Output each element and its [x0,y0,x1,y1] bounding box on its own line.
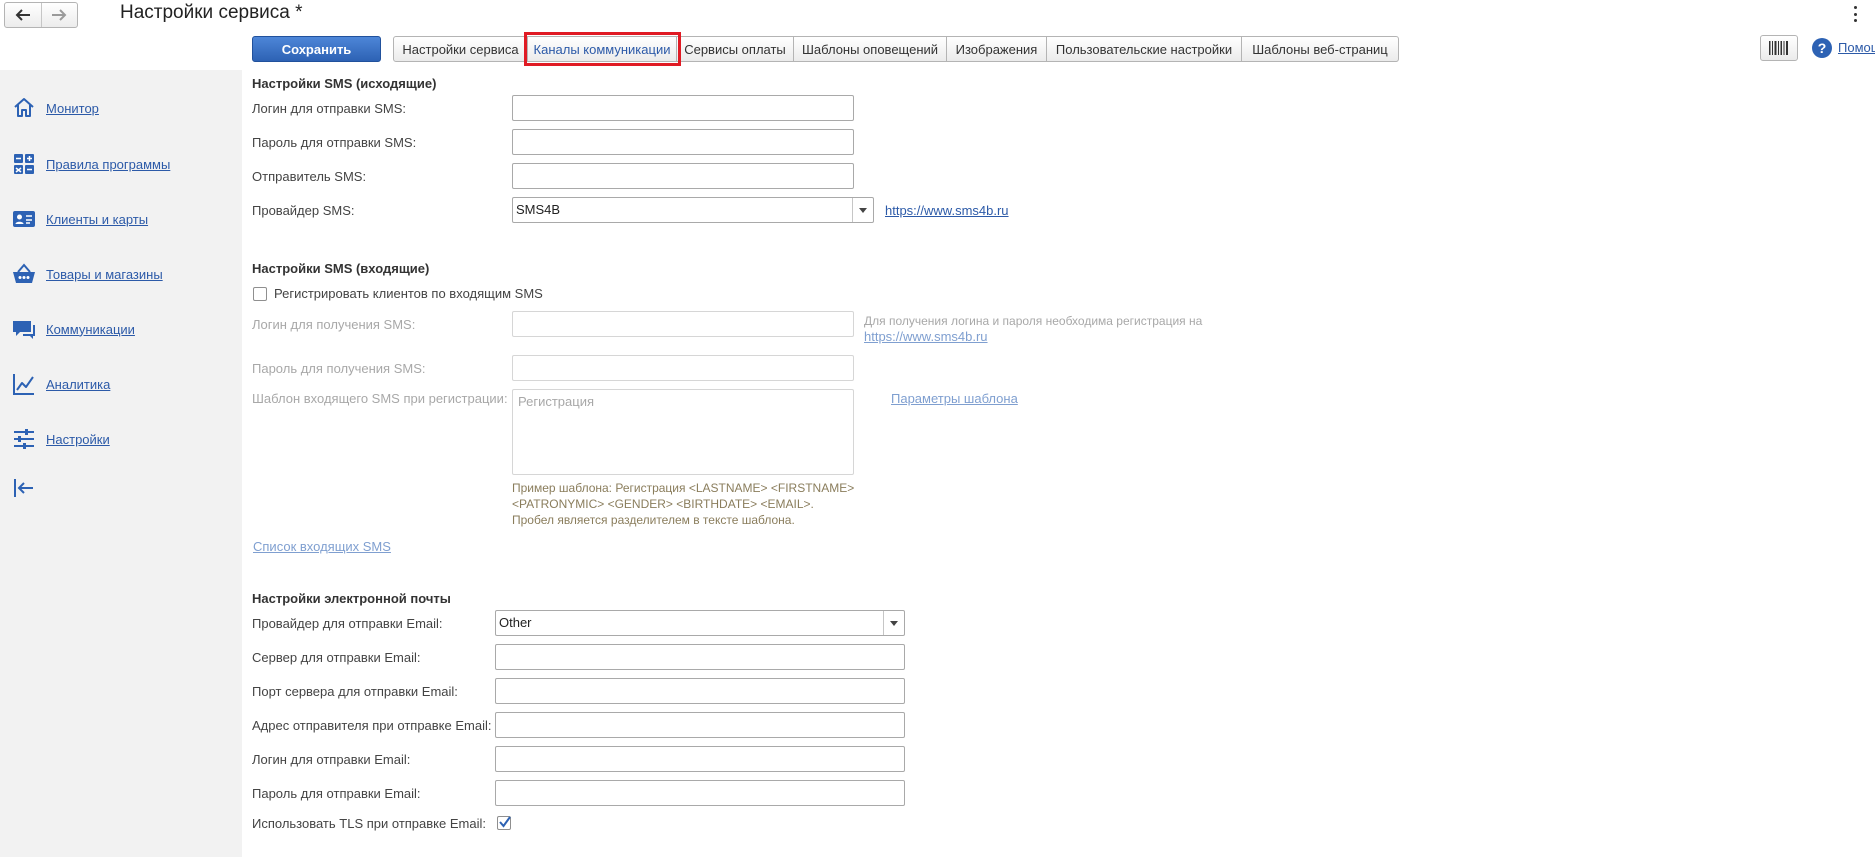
register-by-sms-label: Регистрировать клиентов по входящим SMS [274,286,543,301]
sms-in-login-label: Логин для получения SMS: [252,317,416,332]
sms-provider-value: SMS4B [516,202,561,217]
chevron-down-icon[interactable] [852,198,873,222]
checkmark-icon [499,816,511,828]
sms-sender-input[interactable] [512,163,854,189]
sidebar-item-goods-stores[interactable]: Товары и магазины [12,262,163,286]
sidebar-item-label: Аналитика [46,376,111,392]
chart-icon [13,374,34,395]
sms-out-heading: Настройки SMS (исходящие) [252,76,437,91]
chat-icon [13,321,35,339]
sidebar-item-label: Правила программы [46,156,171,172]
sidebar-item-analytics[interactable]: Аналитика [12,372,110,396]
template-hint-line-3: Пробел является разделителем в тексте ша… [512,513,795,527]
email-tls-checkbox[interactable] [497,816,511,830]
tab-user-settings[interactable]: Пользовательские настройки [1047,36,1242,62]
grid-icon [14,154,34,174]
tab-notification-templates[interactable]: Шаблоны оповещений [794,36,947,62]
email-password-input[interactable] [495,780,905,806]
tab-web-page-templates[interactable]: Шаблоны веб-страниц [1242,36,1399,62]
sms-password-input[interactable] [512,129,854,155]
sms-in-login-input[interactable] [512,311,854,337]
chevron-down-icon[interactable] [883,611,904,635]
barcode-button[interactable] [1760,35,1798,61]
sms-login-input[interactable] [512,95,854,121]
sidebar-collapse-button[interactable] [12,476,36,500]
email-port-label: Порт сервера для отправки Email: [252,684,458,699]
arrow-left-icon [15,9,30,21]
email-provider-value: Other [499,615,532,630]
barcode-icon [1769,41,1788,55]
template-params-link[interactable]: Параметры шаблона [891,391,1018,406]
email-provider-select[interactable]: Other [495,610,905,636]
registration-note: Для получения логина и пароля необходима… [864,313,1284,345]
sms-login-label: Логин для отправки SMS: [252,101,407,116]
email-sender-label: Адрес отправителя при отправке Email: [252,718,492,733]
email-login-label: Логин для отправки Email: [252,752,411,767]
back-button[interactable] [5,3,41,27]
sidebar-item-monitor[interactable]: Монитор [12,96,99,120]
sliders-icon [14,429,34,449]
sidebar-item-label: Товары и магазины [46,266,163,282]
sidebar-item-clients-cards[interactable]: Клиенты и карты [12,207,148,231]
registration-note-text: Для получения логина и пароля необходима… [864,314,1203,328]
email-tls-label: Использовать TLS при отправке Email: [252,816,486,831]
basket-icon [13,263,35,283]
template-hint-line-2: <PATRONYMIC> <GENDER> <BIRTHDATE> <EMAIL… [512,497,814,511]
template-hint-line-1: Пример шаблона: Регистрация <LASTNAME> <… [512,481,855,495]
email-port-input[interactable] [495,678,905,704]
history-nav [4,2,78,28]
tab-bar: Настройки сервиса Каналы коммуникации Се… [393,32,1399,66]
email-password-label: Пароль для отправки Email: [252,786,421,801]
email-sender-input[interactable] [495,712,905,738]
email-login-input[interactable] [495,746,905,772]
collapse-arrow-icon [14,479,33,497]
help-icon[interactable]: ? [1812,38,1832,58]
sidebar: Монитор Правила программы Клиенты и карт… [0,70,242,857]
sidebar-item-label: Клиенты и карты [46,211,149,227]
id-card-icon [13,211,35,227]
tab-service-settings[interactable]: Настройки сервиса [393,36,528,62]
save-button[interactable]: Сохранить [252,36,381,62]
forward-button[interactable] [40,3,78,27]
sms-provider-select[interactable]: SMS4B [512,197,874,223]
sms-in-password-label: Пароль для получения SMS: [252,361,426,376]
sms4b-link[interactable]: https://www.sms4b.ru [885,203,1009,218]
sidebar-item-program-rules[interactable]: Правила программы [12,152,170,176]
sidebar-item-settings[interactable]: Настройки [12,427,110,451]
page-title: Настройки сервиса * [120,2,303,23]
more-menu-icon[interactable] [1848,4,1862,24]
tab-communication-channels[interactable]: Каналы коммуникации [524,32,681,66]
template-hint: Пример шаблона: Регистрация <LASTNAME> <… [512,480,854,528]
sms-in-password-input[interactable] [512,355,854,381]
sms-template-label: Шаблон входящего SMS при регистрации: [252,391,508,406]
tab-payment-services[interactable]: Сервисы оплаты [677,36,794,62]
sidebar-item-communications[interactable]: Коммуникации [12,317,135,341]
sidebar-item-label: Настройки [46,431,110,447]
sms-sender-label: Отправитель SMS: [252,169,367,184]
sms-password-label: Пароль для отправки SMS: [252,135,417,150]
home-icon [14,98,34,117]
register-by-sms-checkbox[interactable] [253,287,267,301]
sms-template-textarea[interactable]: Регистрация [512,389,854,475]
help-link[interactable]: Помощь [1838,40,1875,55]
email-provider-label: Провайдер для отправки Email: [252,616,443,631]
incoming-sms-list-link[interactable]: Список входящих SMS [253,539,391,554]
sidebar-item-label: Коммуникации [46,321,135,337]
sidebar-item-label: Монитор [46,100,99,116]
sms-in-heading: Настройки SMS (входящие) [252,261,430,276]
tab-images[interactable]: Изображения [947,36,1047,62]
email-server-input[interactable] [495,644,905,670]
email-heading: Настройки электронной почты [252,591,451,606]
registration-note-link[interactable]: https://www.sms4b.ru [864,329,988,344]
sms-provider-label: Провайдер SMS: [252,203,355,218]
email-server-label: Сервер для отправки Email: [252,650,421,665]
arrow-right-icon [52,9,67,21]
